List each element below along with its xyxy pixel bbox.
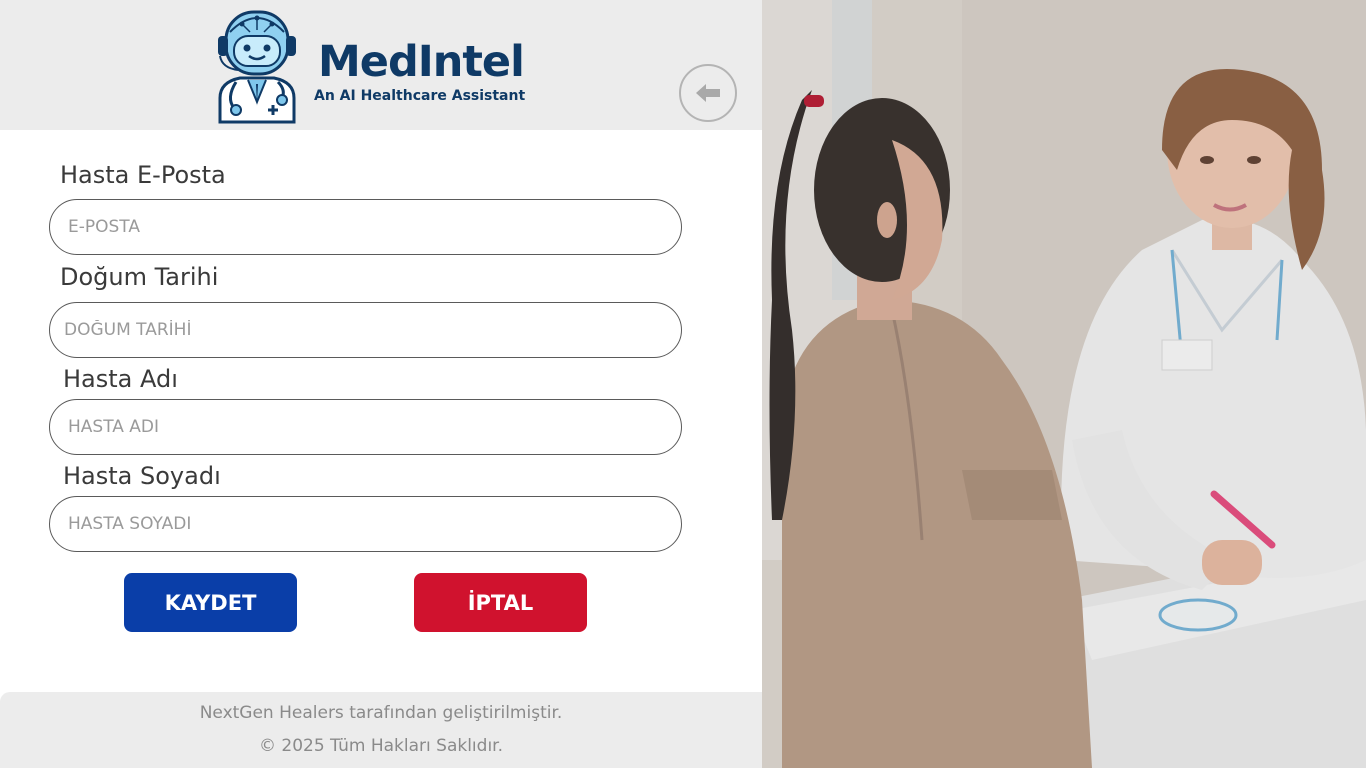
- footer: NextGen Healers tarafından geliştirilmiş…: [0, 692, 762, 768]
- first-name-label: Hasta Adı: [63, 365, 178, 393]
- doctor-robot-logo-icon: [218, 10, 296, 124]
- brand-tagline: An AI Healthcare Assistant: [314, 88, 526, 104]
- form-panel: MedIntel An AI Healthcare Assistant Hast…: [0, 0, 762, 768]
- birthdate-field[interactable]: [49, 302, 682, 358]
- last-name-field[interactable]: [49, 496, 682, 552]
- arrow-left-icon: [696, 84, 720, 102]
- back-button[interactable]: [679, 64, 737, 122]
- email-field[interactable]: [49, 199, 682, 255]
- last-name-label: Hasta Soyadı: [63, 462, 221, 490]
- footer-copyright: © 2025 Tüm Hakları Saklıdır.: [258, 736, 503, 756]
- footer-credit: NextGen Healers tarafından geliştirilmiş…: [199, 703, 563, 723]
- first-name-field[interactable]: [49, 399, 682, 455]
- birthdate-label: Doğum Tarihi: [60, 263, 219, 291]
- app-header: MedIntel An AI Healthcare Assistant: [0, 0, 762, 130]
- email-label: Hasta E-Posta: [60, 161, 226, 189]
- consultation-illustration: [762, 0, 1366, 768]
- cancel-button[interactable]: İPTAL: [414, 573, 587, 632]
- brand-name: MedIntel: [318, 37, 525, 87]
- doctor-patient-photo: [762, 0, 1366, 768]
- save-button[interactable]: KAYDET: [124, 573, 297, 632]
